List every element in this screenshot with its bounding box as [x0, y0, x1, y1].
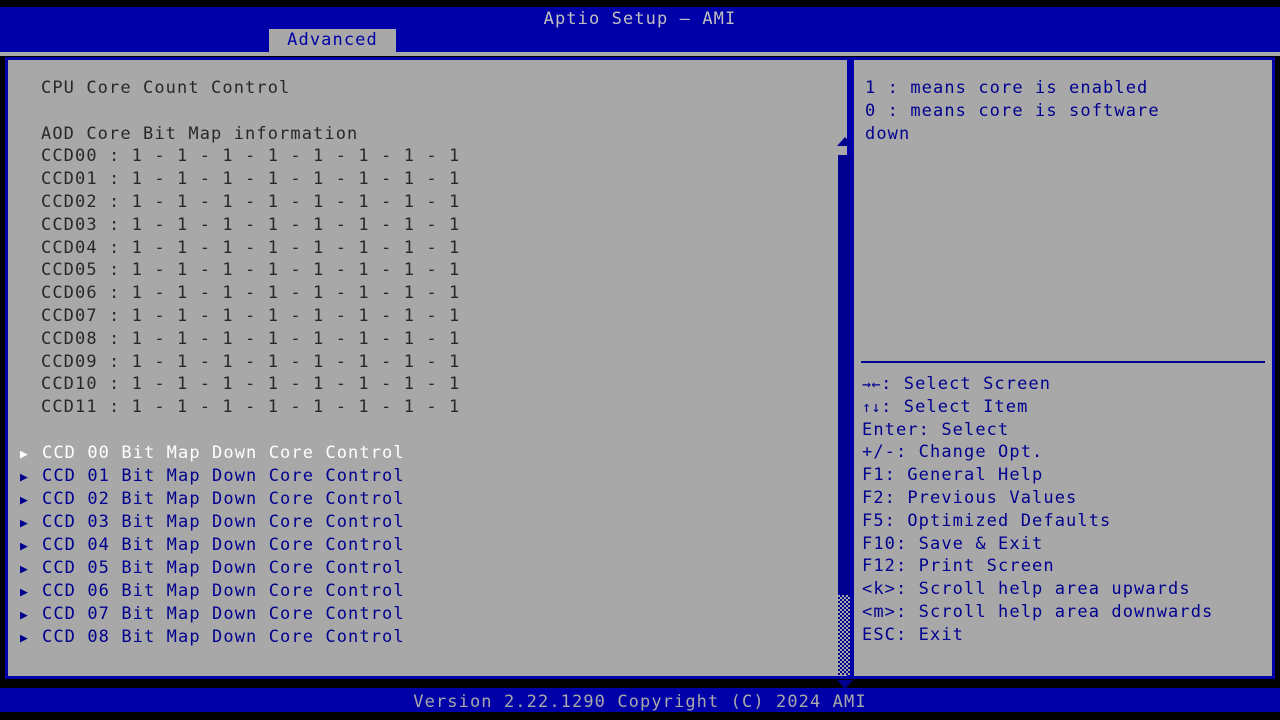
- menu-item-label: CCD 05 Bit Map Down Core Control: [42, 558, 405, 578]
- bitmap-row: CCD06 : 1 - 1 - 1 - 1 - 1 - 1 - 1 - 1: [41, 283, 461, 304]
- menu-item-ccd-06[interactable]: ▶ CCD 06 Bit Map Down Core Control: [20, 580, 810, 603]
- bitmap-row: CCD01 : 1 - 1 - 1 - 1 - 1 - 1 - 1 - 1: [41, 169, 461, 190]
- submenu-arrow-icon: ▶: [20, 470, 29, 485]
- key-legend-text: : Select Screen: [881, 374, 1052, 394]
- main-content-panel: CPU Core Count Control AOD Core Bit Map …: [5, 57, 853, 689]
- submenu-arrow-icon: ▶: [20, 516, 29, 531]
- bitmap-row-list: CCD00 : 1 - 1 - 1 - 1 - 1 - 1 - 1 - 1 CCD…: [41, 145, 816, 419]
- key-legend-line: →←: Select Screen: [862, 373, 1272, 396]
- menu-item-ccd-02[interactable]: ▶ CCD 02 Bit Map Down Core Control: [20, 488, 810, 511]
- bitmap-row: CCD07 : 1 - 1 - 1 - 1 - 1 - 1 - 1 - 1: [41, 305, 461, 326]
- key-legend-line: F2: Previous Values: [862, 487, 1078, 508]
- bitmap-row: CCD11 : 1 - 1 - 1 - 1 - 1 - 1 - 1 - 1: [41, 397, 461, 418]
- submenu-arrow-icon: ▶: [20, 539, 29, 554]
- ccd-menu-list: ▶ CCD 00 Bit Map Down Core Control ▶ CCD 01…: [20, 442, 810, 649]
- menu-item-ccd-04[interactable]: ▶ CCD 04 Bit Map Down Core Control: [20, 534, 810, 557]
- menu-item-ccd-00[interactable]: ▶ CCD 00 Bit Map Down Core Control: [20, 442, 810, 465]
- submenu-arrow-icon: ▶: [20, 608, 29, 623]
- page-title: Aptio Setup – AMI: [543, 9, 737, 29]
- version-label: Version 2.22.1290 Copyright (C) 2024 AMI: [413, 692, 867, 712]
- bitmap-row: CCD08 : 1 - 1 - 1 - 1 - 1 - 1 - 1 - 1: [41, 328, 461, 349]
- menu-item-label: CCD 08 Bit Map Down Core Control: [42, 627, 405, 647]
- bitmap-row: CCD02 : 1 - 1 - 1 - 1 - 1 - 1 - 1 - 1: [41, 191, 461, 212]
- menu-item-label: CCD 03 Bit Map Down Core Control: [42, 512, 405, 532]
- submenu-arrow-icon: ▶: [20, 562, 29, 577]
- menu-item-label: CCD 01 Bit Map Down Core Control: [42, 466, 405, 486]
- bitmap-row: CCD04 : 1 - 1 - 1 - 1 - 1 - 1 - 1 - 1: [41, 237, 461, 258]
- help-description-line: 1 : means core is enabled: [865, 78, 1149, 98]
- help-divider: [861, 361, 1265, 363]
- key-legend-line: ↑↓: Select Item: [862, 396, 1272, 419]
- key-legend-line: F5: Optimized Defaults: [862, 510, 1112, 531]
- key-legend-line: <m>: Scroll help area downwards: [862, 601, 1214, 622]
- help-panel: 1 : means core is enabled 0 : means core …: [850, 57, 1275, 679]
- submenu-arrow-icon: ▶: [20, 585, 29, 600]
- bitmap-row: CCD10 : 1 - 1 - 1 - 1 - 1 - 1 - 1 - 1: [41, 374, 461, 395]
- title-bar-underline: [0, 52, 1280, 56]
- submenu-arrow-icon: ▶: [20, 493, 29, 508]
- menu-item-ccd-05[interactable]: ▶ CCD 05 Bit Map Down Core Control: [20, 557, 810, 580]
- menu-item-label: CCD 07 Bit Map Down Core Control: [42, 604, 405, 624]
- menu-item-label: CCD 04 Bit Map Down Core Control: [42, 535, 405, 555]
- menu-item-label: CCD 06 Bit Map Down Core Control: [42, 581, 405, 601]
- key-legend-line: +/-: Change Opt.: [862, 442, 1044, 463]
- bitmap-row: CCD05 : 1 - 1 - 1 - 1 - 1 - 1 - 1 - 1: [41, 260, 461, 281]
- help-description-line: down: [865, 123, 911, 144]
- key-legend: →←: Select Screen ↑↓: Select Item Enter: S…: [862, 373, 1272, 647]
- bitmap-row: CCD09 : 1 - 1 - 1 - 1 - 1 - 1 - 1 - 1: [41, 351, 461, 372]
- key-legend-line: Enter: Select: [862, 419, 1010, 440]
- menu-item-ccd-03[interactable]: ▶ CCD 03 Bit Map Down Core Control: [20, 511, 810, 534]
- key-legend-line: F1: General Help: [862, 465, 1044, 486]
- menu-item-label: CCD 00 Bit Map Down Core Control: [42, 443, 405, 463]
- key-legend-line: F12: Print Screen: [862, 556, 1055, 577]
- menu-item-ccd-07[interactable]: ▶ CCD 07 Bit Map Down Core Control: [20, 603, 810, 626]
- section-title: CPU Core Count Control: [41, 78, 291, 98]
- arrow-keys-icon: ↑↓: [862, 397, 882, 416]
- menu-item-ccd-08[interactable]: ▶ CCD 08 Bit Map Down Core Control: [20, 626, 810, 649]
- help-description-line: 0 : means core is software: [865, 100, 1160, 121]
- bitmap-heading: AOD Core Bit Map information: [41, 123, 359, 144]
- bitmap-row: CCD03 : 1 - 1 - 1 - 1 - 1 - 1 - 1 - 1: [41, 214, 461, 235]
- key-legend-line: ESC: Exit: [862, 624, 965, 645]
- bitmap-row: CCD00 : 1 - 1 - 1 - 1 - 1 - 1 - 1 - 1: [41, 146, 461, 167]
- menu-item-label: CCD 02 Bit Map Down Core Control: [42, 489, 405, 509]
- menu-item-ccd-01[interactable]: ▶ CCD 01 Bit Map Down Core Control: [20, 465, 810, 488]
- help-description: 1 : means core is enabled 0 : means core …: [865, 77, 1265, 145]
- bitmap-info-area: CPU Core Count Control AOD Core Bit Map …: [41, 77, 816, 419]
- submenu-arrow-icon: ▶: [20, 631, 29, 646]
- bios-setup-screen: Aptio Setup – AMI Advanced CPU Core Coun…: [0, 0, 1280, 720]
- key-legend-text: : Select Item: [881, 396, 1029, 417]
- arrow-keys-icon: →←: [862, 375, 882, 393]
- key-legend-line: F10: Save & Exit: [862, 533, 1044, 554]
- tab-advanced[interactable]: Advanced: [269, 29, 396, 52]
- key-legend-line: <k>: Scroll help area upwards: [862, 579, 1191, 600]
- submenu-arrow-icon: ▶: [20, 447, 29, 462]
